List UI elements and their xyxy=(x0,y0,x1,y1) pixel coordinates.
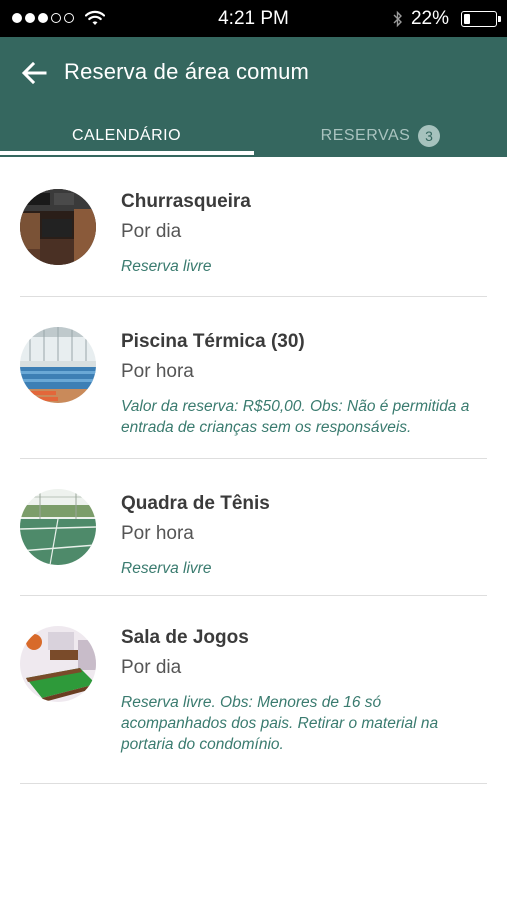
reservation-mode: Por dia xyxy=(121,221,182,242)
barbecue-area-photo xyxy=(20,189,96,265)
arrow-left-icon xyxy=(21,61,47,85)
page-title: Reserva de área comum xyxy=(64,59,310,84)
game-room-photo xyxy=(20,626,96,702)
list-item-quadra-de-tenis[interactable]: Quadra de Tênis Por hora Reserva livre xyxy=(20,459,487,596)
reservas-count-badge: 3 xyxy=(418,125,441,147)
tab-reservas[interactable]: RESERVAS 3 xyxy=(254,115,507,157)
back-button[interactable] xyxy=(14,55,54,91)
reservation-mode: Por hora xyxy=(121,361,194,382)
reservation-note: Reserva livre. Obs: Menores de 16 só aco… xyxy=(121,694,439,753)
reservation-mode: Por dia xyxy=(121,657,182,678)
status-right: 22% xyxy=(393,8,501,30)
tab-calendario-label: CALENDÁRIO xyxy=(71,127,182,144)
area-name: Sala de Jogos xyxy=(121,627,249,648)
battery-level xyxy=(464,14,470,24)
reservation-note: Valor da reserva: R$50,00. Obs: Não é pe… xyxy=(121,398,470,436)
reservation-mode: Por hora xyxy=(121,523,194,544)
area-name: Quadra de Tênis xyxy=(121,493,270,514)
tab-reservas-label: RESERVAS xyxy=(320,127,411,144)
app-bar: Reserva de área comum CALENDÁRIO RESERVA… xyxy=(0,37,507,157)
battery-percent: 22% xyxy=(410,8,449,29)
list-item-sala-de-jogos[interactable]: Sala de Jogos Por dia Reserva livre. Obs… xyxy=(20,596,487,784)
active-tab-indicator xyxy=(0,151,254,155)
list-item-piscina-termica[interactable]: Piscina Térmica (30) Por hora Valor da r… xyxy=(20,297,487,459)
heated-pool-photo xyxy=(20,327,96,403)
area-name: Piscina Térmica (30) xyxy=(121,331,305,352)
reservation-note: Reserva livre xyxy=(121,258,212,275)
list-item-churrasqueira[interactable]: Churrasqueira Por dia Reserva livre xyxy=(20,157,487,297)
battery-icon xyxy=(461,11,501,27)
reservation-note: Reserva livre xyxy=(121,560,212,577)
tennis-court-photo xyxy=(20,489,96,565)
area-name: Churrasqueira xyxy=(121,191,251,212)
status-bar: 4:21 PM 22% xyxy=(0,0,507,37)
bluetooth-icon xyxy=(393,10,402,28)
common-area-list: Churrasqueira Por dia Reserva livre Pisc… xyxy=(0,157,507,784)
